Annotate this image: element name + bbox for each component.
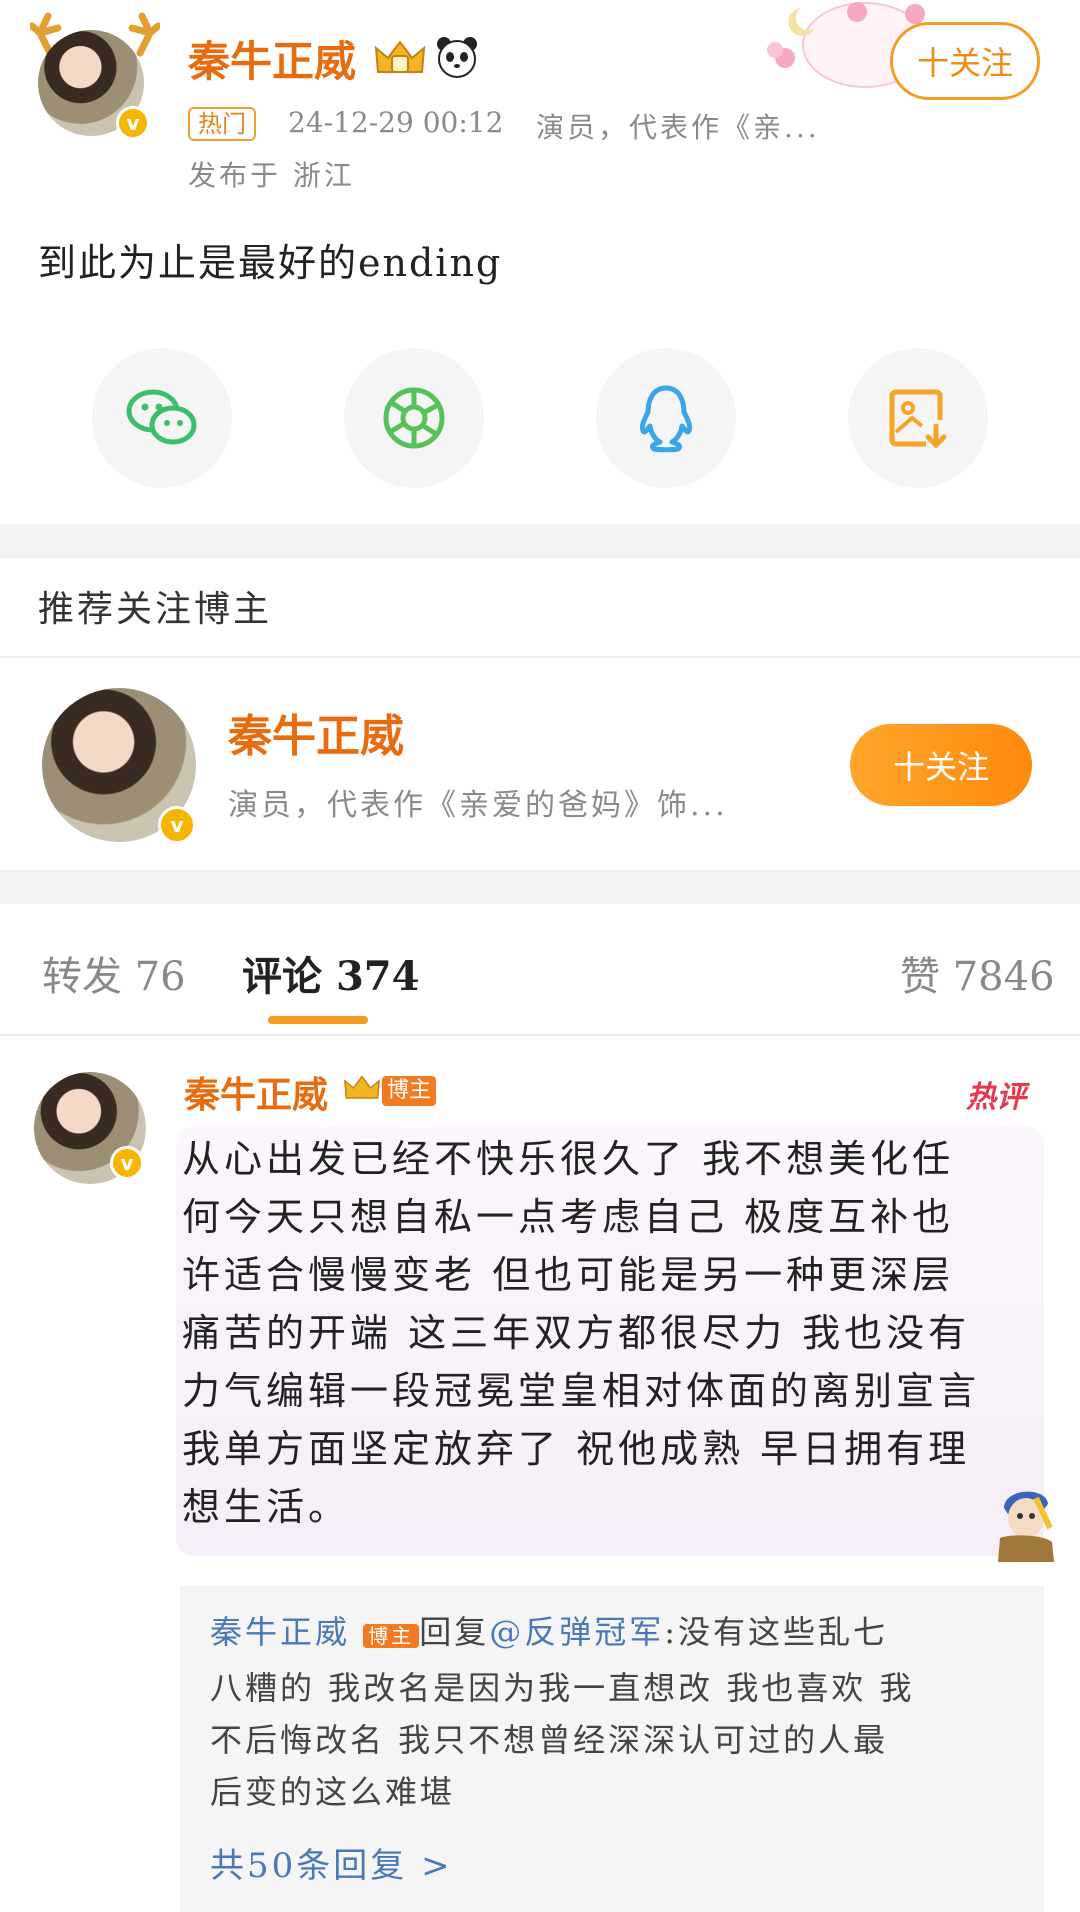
wechat-icon <box>126 389 197 445</box>
reply-word: 回复 <box>419 1613 490 1651</box>
verified-badge-icon: v <box>116 106 150 140</box>
verified-badge-icon: v <box>110 1146 144 1180</box>
save-image-icon <box>889 389 947 449</box>
tab-comments[interactable]: 评论 374 <box>242 944 419 1002</box>
tab-comments-label: 评论 <box>242 953 322 1000</box>
divider-line <box>0 656 1080 658</box>
save-image-button[interactable] <box>848 348 988 488</box>
comment-line: 许适合慢慢变老 但也可能是另一种更深层 <box>182 1253 955 1297</box>
moments-icon <box>383 387 445 449</box>
crown-badge-icon <box>374 40 426 73</box>
recommend-section-title: 推荐关注博主 <box>38 589 273 630</box>
tab-repost-count: 76 <box>134 954 186 1000</box>
reply-text: 秦牛正威 博主 回复@反弹冠军:没有这些乱七 八糟的 我改名是因为我一直想改 我也… <box>210 1610 1010 1814</box>
reply-line: 后变的这么难堪 <box>210 1773 456 1811</box>
share-qq-button[interactable] <box>596 348 736 488</box>
comment-line: 从心出发已经不快乐很久了 我不想美化任 <box>182 1137 955 1181</box>
reply-first-line: 秦牛正威 博主 回复@反弹冠军:没有这些乱七 <box>210 1610 1010 1658</box>
post-content: 到此为止是最好的ending <box>38 241 503 285</box>
hot-comment-label: 热评 <box>966 1080 1026 1115</box>
recommend-description: 演员，代表作《亲爱的爸妈》饰... <box>228 788 728 823</box>
author-description: 演员，代表作《亲... <box>536 111 820 144</box>
comment-line: 何今天只想自私一点考虑自己 极度互补也 <box>182 1195 955 1239</box>
tab-repost-label: 转发 <box>42 954 122 1000</box>
comment-author-name[interactable]: 秦牛正威 <box>184 1066 328 1118</box>
reply-mention-link[interactable]: @反弹冠军 <box>489 1613 664 1651</box>
qq-icon <box>639 385 693 453</box>
hot-tag: 热门 <box>188 107 256 141</box>
comment-text: 从心出发已经不快乐很久了 我不想美化任 何今天只想自私一点考虑自己 极度互补也 … <box>182 1130 1038 1536</box>
reply-author-name[interactable]: 秦牛正威 <box>210 1613 350 1651</box>
more-replies-link[interactable]: 共50条回复 > <box>210 1838 453 1887</box>
post-location: 发布于 浙江 <box>188 159 355 192</box>
reply-line: 不后悔改名 我只不想曾经深深认可过的人最 <box>210 1721 889 1759</box>
author-badge: 博主 <box>382 1076 437 1106</box>
author-name[interactable]: 秦牛正威 <box>188 28 356 89</box>
share-moments-button[interactable] <box>344 348 484 488</box>
tab-likes-count: 7846 <box>952 954 1055 1000</box>
girl-sticker-icon <box>998 1491 1054 1562</box>
tab-likes[interactable]: 赞 7846 <box>900 944 1055 1002</box>
reply-line: 八糟的 我改名是因为我一直想改 我也喜欢 我 <box>210 1669 915 1707</box>
tab-likes-label: 赞 <box>900 954 940 1000</box>
tab-repost[interactable]: 转发 76 <box>42 944 186 1002</box>
crown-badge-icon <box>344 1075 380 1099</box>
comment-line: 力气编辑一段冠冕堂皇相对体面的离别宣言 <box>182 1369 981 1413</box>
comment-line: 我单方面坚定放弃了 祝他成熟 早日拥有理 <box>182 1427 971 1471</box>
panda-icon <box>437 37 477 78</box>
share-wechat-button[interactable] <box>92 348 232 488</box>
comment-line: 想生活。 <box>182 1485 351 1529</box>
post-timestamp: 24-12-29 00:12 <box>288 106 504 139</box>
follow-button[interactable]: 十关注 <box>890 22 1040 100</box>
verified-badge-icon: v <box>158 806 196 844</box>
divider-line <box>0 1034 1080 1036</box>
reply-line: :没有这些乱七 <box>664 1613 889 1651</box>
recommend-name[interactable]: 秦牛正威 <box>228 700 404 764</box>
author-badge: 博主 <box>363 1624 420 1648</box>
section-divider <box>0 524 1080 558</box>
tab-comments-count: 374 <box>335 953 420 1000</box>
post-header: v 秦牛正威 十关注 热门 24-12-29 00:12 演员，代表作《亲...… <box>0 0 1080 520</box>
section-divider <box>0 870 1080 904</box>
comment-line: 痛苦的开端 这三年双方都很尽力 我也没有 <box>182 1311 971 1355</box>
tab-active-indicator <box>268 1016 368 1024</box>
recommend-follow-button[interactable]: 十关注 <box>850 724 1032 806</box>
